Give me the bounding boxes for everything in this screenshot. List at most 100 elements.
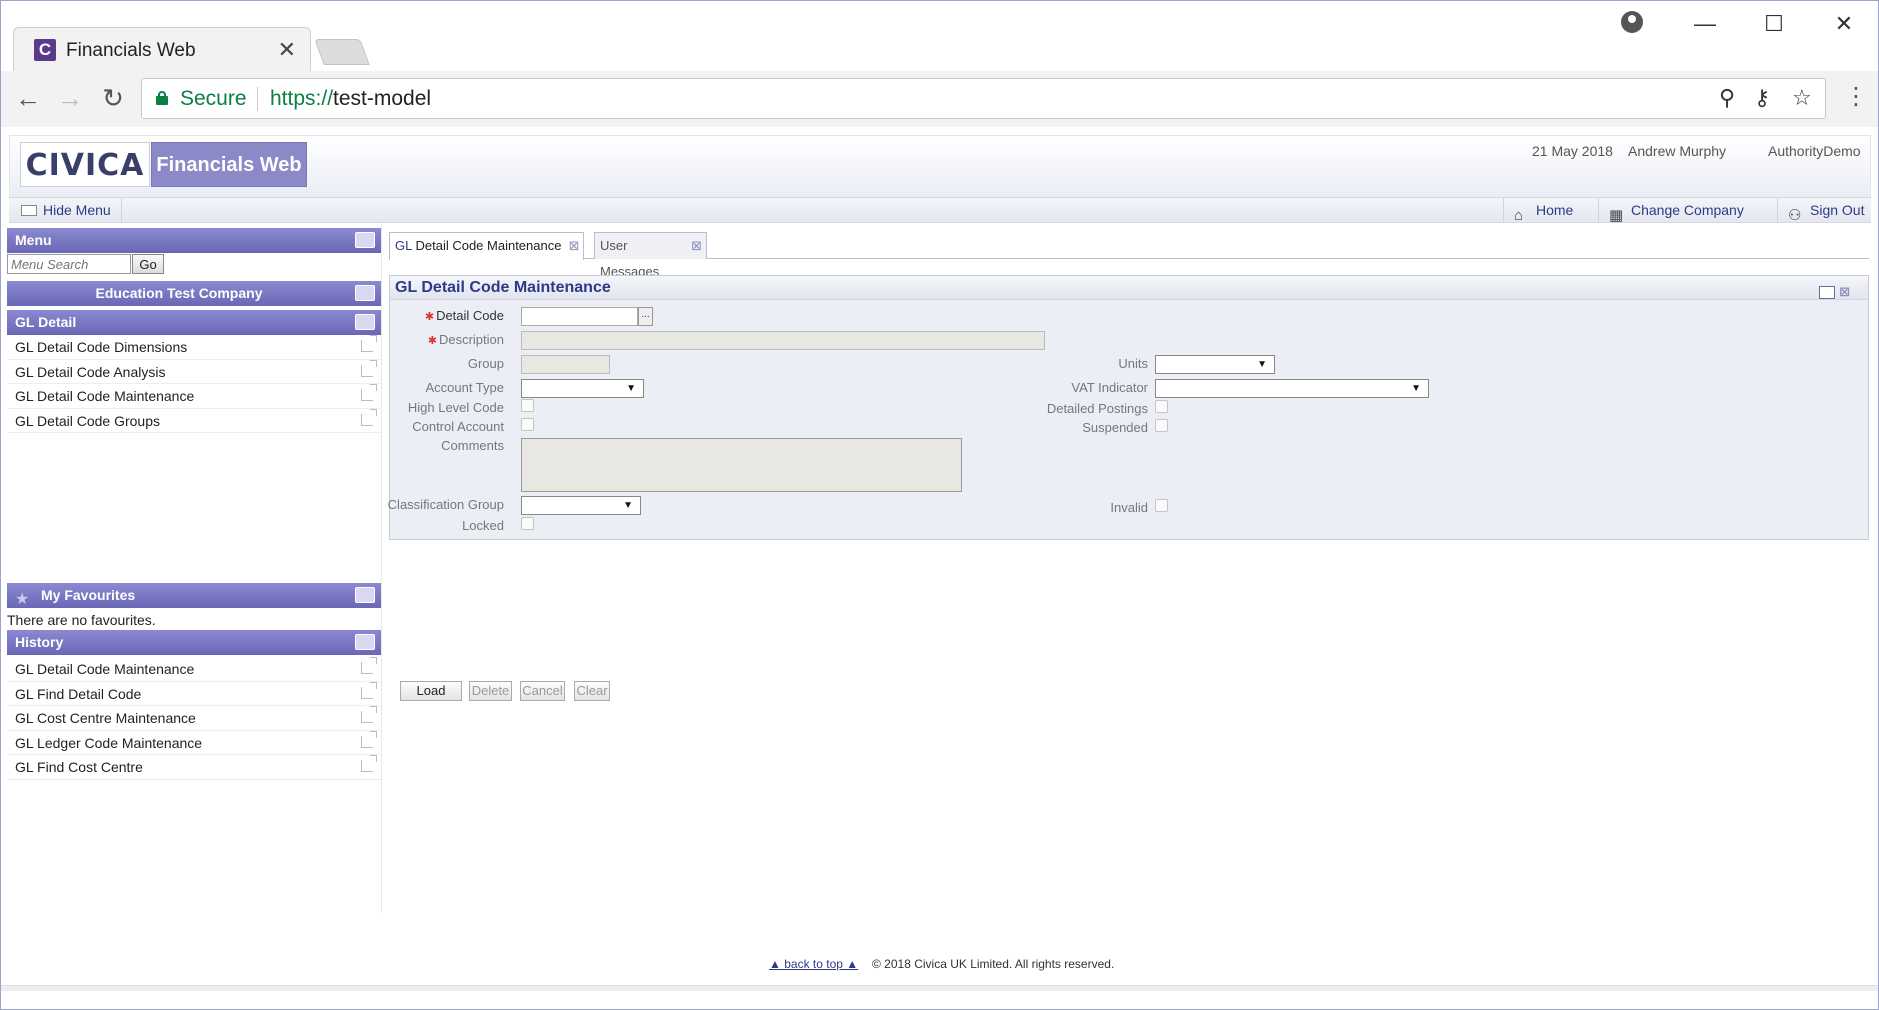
history-item[interactable]: GL Detail Code Maintenance xyxy=(7,657,381,682)
forward-button[interactable]: → xyxy=(53,83,87,113)
invalid-checkbox[interactable] xyxy=(1155,499,1168,512)
detailed-postings-label: Detailed Postings xyxy=(1046,401,1148,416)
tab-user-messages[interactable]: User Messages ⊠ xyxy=(594,232,707,279)
close-tab-icon[interactable]: ⊠ xyxy=(691,233,702,259)
close-tab-icon[interactable]: ⊠ xyxy=(569,233,580,259)
cancel-button[interactable]: Cancel xyxy=(520,681,565,701)
menu-search-go-button[interactable]: Go xyxy=(132,254,164,274)
back-to-top-link[interactable]: ▲ back to top ▲ xyxy=(769,957,858,971)
browser-menu-icon[interactable]: ⋮ xyxy=(1844,85,1868,109)
address-bar[interactable]: Secure https://test-model ⚲ ⚷ ☆ xyxy=(141,78,1826,119)
high-level-code-checkbox[interactable] xyxy=(521,399,534,412)
open-external-icon[interactable] xyxy=(361,657,377,674)
detail-code-input[interactable] xyxy=(521,307,638,326)
secure-label: Secure xyxy=(180,87,247,110)
back-button[interactable]: ← xyxy=(11,83,45,113)
key-icon[interactable]: ⚷ xyxy=(1754,85,1770,111)
url-text: https://test-model xyxy=(270,87,431,111)
open-external-icon[interactable] xyxy=(361,681,377,699)
tab-gl-detail-code-maintenance[interactable]: GL Detail Code Maintenance ⊠ xyxy=(389,232,585,260)
omnibox-divider xyxy=(257,87,258,111)
close-tab-icon[interactable]: ✕ xyxy=(278,37,296,63)
company-name: Education Test Company xyxy=(95,285,263,301)
locked-checkbox[interactable] xyxy=(521,517,534,530)
comments-textarea[interactable] xyxy=(521,438,962,492)
open-external-icon[interactable] xyxy=(361,706,377,723)
sign-out-link[interactable]: ⚇ Sign Out xyxy=(1777,198,1871,224)
url-host: test-model xyxy=(333,87,432,110)
civica-favicon-icon: C xyxy=(34,39,56,61)
home-link[interactable]: ⌂ Home xyxy=(1503,198,1598,224)
header-authority: AuthorityDemo xyxy=(1768,143,1861,159)
invalid-label: Invalid xyxy=(1110,500,1148,515)
menu-item-label: GL Detail Code Dimensions xyxy=(15,339,188,355)
back-to-top-label: back to top xyxy=(784,957,843,971)
history-item-label: GL Find Detail Code xyxy=(15,685,142,702)
description-input[interactable] xyxy=(521,331,1045,350)
hide-menu-label: Hide Menu xyxy=(43,202,111,218)
app-header: CIVICA Financials Web 21 May 2018 Andrew… xyxy=(9,135,1871,205)
description-label-text: Description xyxy=(438,332,504,347)
change-company-label: Change Company xyxy=(1631,202,1744,218)
account-type-select[interactable]: ▼ xyxy=(521,379,644,398)
control-account-checkbox[interactable] xyxy=(521,418,534,431)
load-button[interactable]: Load xyxy=(400,681,462,701)
company-panel-header: Education Test Company xyxy=(7,281,381,306)
new-tab-button[interactable] xyxy=(314,39,370,65)
maximize-button[interactable]: ☐ xyxy=(1754,9,1794,39)
favourites-panel-toggle-icon[interactable] xyxy=(355,587,375,603)
history-item-label: GL Find Cost Centre xyxy=(15,759,143,775)
tab-label: Detail Code Maintenance xyxy=(415,238,562,253)
detail-code-label-text: Detail Code xyxy=(436,308,504,323)
vat-indicator-select[interactable]: ▼ xyxy=(1155,379,1429,398)
menu-panel-header: Menu xyxy=(7,228,381,253)
civica-logo: CIVICA xyxy=(20,142,150,187)
history-panel-toggle-icon[interactable] xyxy=(355,634,375,650)
required-icon: ✱ xyxy=(424,311,435,323)
bookmark-star-icon[interactable]: ☆ xyxy=(1792,85,1812,111)
copyright-text: © 2018 Civica UK Limited. All rights res… xyxy=(872,957,1115,971)
history-panel-title: History xyxy=(15,634,64,650)
hide-menu-button[interactable]: Hide Menu xyxy=(15,198,122,223)
units-select[interactable]: ▼ xyxy=(1155,355,1275,374)
open-external-icon[interactable] xyxy=(361,730,377,748)
close-window-button[interactable]: ✕ xyxy=(1824,9,1864,39)
open-external-icon[interactable] xyxy=(361,755,377,772)
profile-icon[interactable] xyxy=(1621,11,1643,33)
group-input[interactable] xyxy=(521,355,610,374)
classification-group-select[interactable]: ▼ xyxy=(521,496,641,515)
close-panel-icon[interactable]: ⊠ xyxy=(1839,284,1850,299)
favourites-empty-text: There are no favourites. xyxy=(7,612,156,628)
locked-label: Locked xyxy=(462,518,504,533)
delete-button[interactable]: Delete xyxy=(469,681,512,701)
chevron-down-icon: ▼ xyxy=(623,500,633,511)
history-panel-header: History xyxy=(7,630,381,655)
minimize-button[interactable]: — xyxy=(1685,9,1725,39)
window-icon[interactable] xyxy=(1819,285,1836,299)
group-label: Group xyxy=(467,356,504,371)
change-company-link[interactable]: ▦ Change Company xyxy=(1598,198,1768,224)
history-item-label: GL Detail Code Maintenance xyxy=(15,661,195,677)
vat-indicator-label: VAT Indicator xyxy=(1071,380,1148,395)
clear-button[interactable]: Clear xyxy=(574,681,610,701)
chevron-down-icon: ▼ xyxy=(626,383,636,394)
reload-button[interactable]: ↻ xyxy=(96,83,130,113)
menu-search-input[interactable] xyxy=(7,254,131,274)
url-scheme: https:// xyxy=(270,87,334,110)
history-item[interactable]: GL Cost Centre Maintenance xyxy=(7,706,381,731)
suspended-checkbox[interactable] xyxy=(1155,419,1168,432)
history-item[interactable]: GL Find Cost Centre xyxy=(7,755,381,780)
app-navbar: Hide Menu ⌂ Home ▦ Change Company ⚇ Sign… xyxy=(9,197,1871,224)
zoom-icon[interactable]: ⚲ xyxy=(1719,85,1735,111)
browser-chrome: C Financials Web ✕ — ☐ ✕ ← → ↻ Secure ht… xyxy=(0,0,1879,128)
menu-panel-toggle-icon[interactable] xyxy=(355,232,375,248)
history-item[interactable]: GL Ledger Code Maintenance xyxy=(7,730,381,755)
detail-code-lookup-button[interactable]: ... xyxy=(638,307,653,326)
company-panel-toggle-icon[interactable] xyxy=(355,285,375,301)
detail-code-form: GL Detail Code Maintenance ⊠ ✱ Detail Cod… xyxy=(388,275,1869,540)
history-item[interactable]: GL Find Detail Code xyxy=(7,681,381,706)
detail-code-label: ✱ Detail Code xyxy=(324,308,504,323)
detailed-postings-checkbox[interactable] xyxy=(1155,400,1168,413)
menu-item-label: GL Detail Code Maintenance xyxy=(15,388,195,404)
browser-tab[interactable]: C Financials Web ✕ xyxy=(13,27,311,72)
